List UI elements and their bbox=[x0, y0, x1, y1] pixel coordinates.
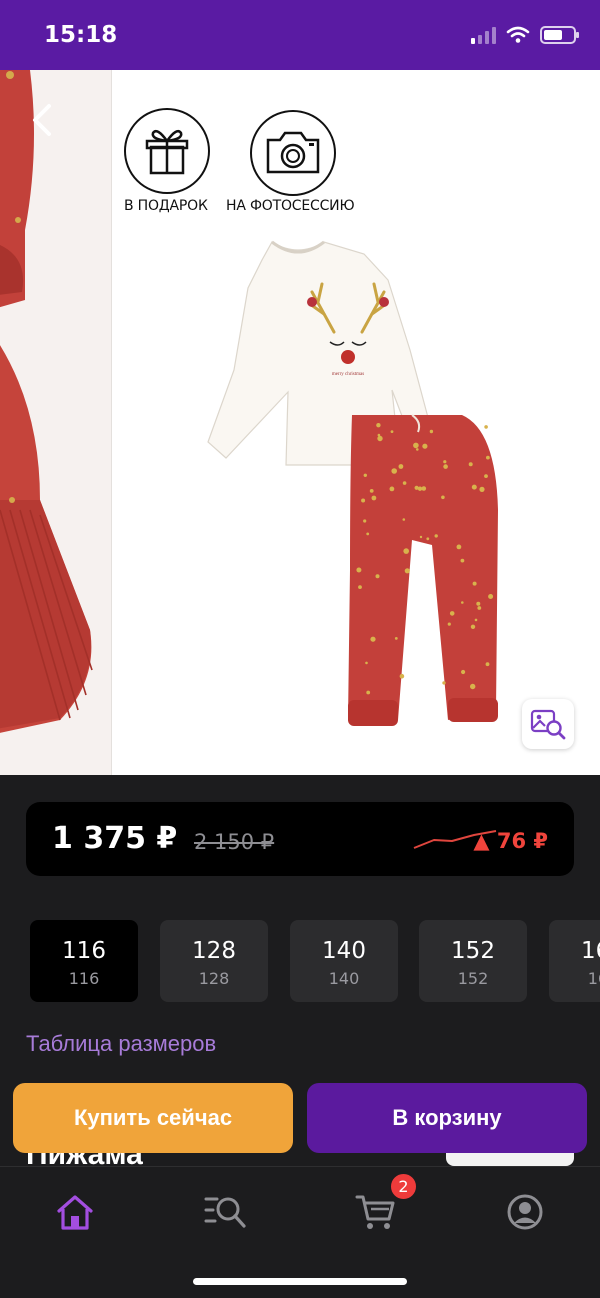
sleeve-closeup-image bbox=[0, 70, 93, 733]
size-chip-128[interactable]: 128 128 bbox=[160, 920, 268, 1002]
status-time: 15:18 bbox=[44, 22, 118, 48]
main-product-photo: merry christmas В ПОДАРОК НА ФОТОСЕССИЮ bbox=[112, 70, 600, 775]
home-icon bbox=[57, 1195, 93, 1230]
size-label: 164 bbox=[581, 938, 600, 964]
cart-count-badge: 2 bbox=[389, 1172, 418, 1201]
product-screen: 15:18 merry christmas В ПОДАРОК НА ФОТОС… bbox=[0, 0, 600, 1298]
add-to-cart-button[interactable]: В корзину bbox=[307, 1083, 587, 1153]
size-sub-label: 164 bbox=[587, 969, 600, 988]
gift-icon bbox=[145, 130, 189, 175]
size-label: 152 bbox=[451, 938, 495, 964]
heart-icon bbox=[461, 103, 499, 135]
back-chevron-icon bbox=[33, 104, 51, 136]
buy-now-button[interactable]: Купить сейчас bbox=[13, 1083, 293, 1153]
size-label: 116 bbox=[62, 938, 106, 964]
size-chip-164[interactable]: 164 164 bbox=[549, 920, 600, 1002]
price-change: ▲ 76 ₽ bbox=[473, 829, 548, 853]
price-card[interactable]: 1 375 ₽ 2 150 ₽ ▲ 76 ₽ bbox=[26, 802, 574, 876]
size-chip-140[interactable]: 140 140 bbox=[290, 920, 398, 1002]
photo-badge bbox=[250, 110, 336, 196]
status-icons bbox=[471, 26, 579, 44]
product-gallery[interactable]: merry christmas В ПОДАРОК НА ФОТОСЕССИЮ bbox=[0, 70, 600, 775]
current-price: 1 375 ₽ bbox=[52, 821, 178, 856]
size-table-link[interactable]: Таблица размеров bbox=[26, 1031, 216, 1057]
size-label: 128 bbox=[192, 938, 236, 964]
camera-icon bbox=[266, 131, 320, 174]
share-button[interactable] bbox=[538, 94, 582, 140]
favorite-button[interactable] bbox=[456, 98, 504, 140]
profile-icon bbox=[507, 1194, 543, 1230]
catalog-search-icon bbox=[204, 1197, 246, 1228]
home-indicator bbox=[193, 1278, 407, 1285]
tab-catalog-search[interactable] bbox=[195, 1187, 255, 1237]
size-chip-116[interactable]: 116 116 bbox=[30, 920, 138, 1002]
size-sub-label: 152 bbox=[457, 969, 489, 988]
size-sub-label: 128 bbox=[198, 969, 230, 988]
image-search-icon bbox=[530, 709, 566, 740]
previous-photo-thumbnail[interactable] bbox=[0, 70, 112, 775]
tab-home[interactable] bbox=[45, 1187, 105, 1237]
gift-badge bbox=[124, 108, 210, 194]
share-icon bbox=[545, 98, 575, 136]
signal-icon bbox=[471, 26, 496, 44]
back-button[interactable] bbox=[22, 100, 62, 140]
size-chip-152[interactable]: 152 152 bbox=[419, 920, 527, 1002]
cart-icon bbox=[355, 1195, 395, 1229]
photo-badge-label: НА ФОТОСЕССИЮ bbox=[226, 198, 355, 214]
gift-badge-label: В ПОДАРОК bbox=[124, 198, 208, 214]
size-sub-label: 116 bbox=[68, 969, 100, 988]
wifi-icon bbox=[506, 26, 530, 43]
battery-icon bbox=[540, 26, 579, 44]
size-sub-label: 140 bbox=[328, 969, 360, 988]
tab-profile[interactable] bbox=[495, 1187, 555, 1237]
size-label: 140 bbox=[322, 938, 366, 964]
old-price: 2 150 ₽ bbox=[194, 830, 275, 854]
status-bar: 15:18 bbox=[0, 0, 600, 70]
image-search-button[interactable] bbox=[522, 699, 574, 749]
size-selector: 116 116 128 128 140 140 152 152 164 164 bbox=[0, 920, 600, 1004]
tshirt-print-text: merry christmas bbox=[332, 372, 364, 377]
